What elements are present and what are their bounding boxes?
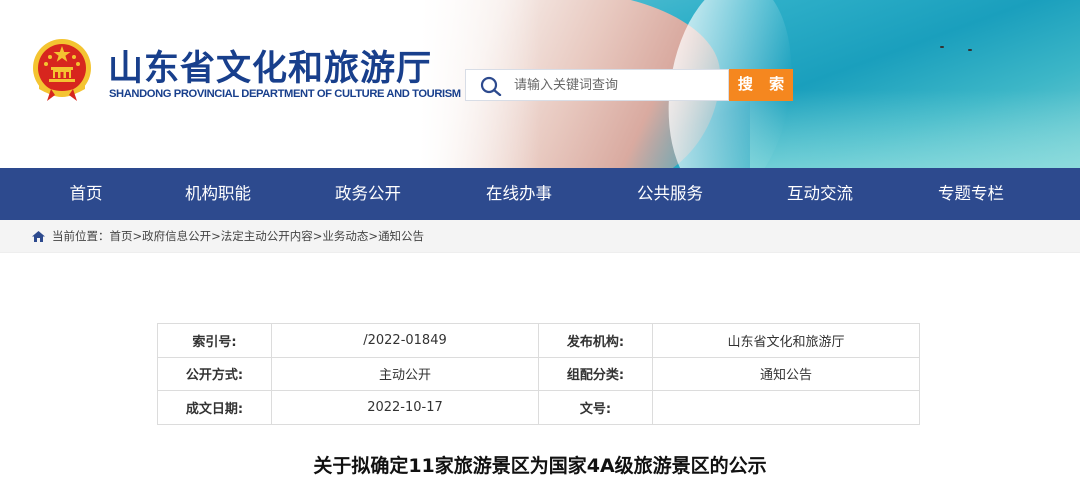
nav-item-functions[interactable]: 机构职能 bbox=[168, 168, 268, 220]
breadcrumb-item-gov-info[interactable]: 政府信息公开 bbox=[142, 229, 211, 243]
disclosure-method-label: 公开方式: bbox=[157, 356, 272, 392]
breadcrumb: 当前位置：首页>政府信息公开>法定主动公开内容>业务动态>通知公告 bbox=[0, 220, 1080, 253]
search-box bbox=[465, 69, 729, 101]
table-row: 公开方式: 主动公开 组配分类: 通知公告 bbox=[157, 356, 920, 392]
document-meta-table: 索引号: /2022-01849 发布机构: 山东省文化和旅游厅 公开方式: 主… bbox=[157, 323, 920, 425]
site-title: 山东省文化和旅游厅 bbox=[108, 49, 433, 89]
table-row: 索引号: /2022-01849 发布机构: 山东省文化和旅游厅 bbox=[157, 323, 920, 358]
index-number-label: 索引号: bbox=[157, 323, 272, 358]
breadcrumb-item-notices[interactable]: 通知公告 bbox=[378, 229, 424, 243]
national-emblem-icon bbox=[33, 39, 91, 101]
index-number-value: /2022-01849 bbox=[271, 323, 539, 358]
category-value: 通知公告 bbox=[652, 356, 920, 392]
nav-item-interaction[interactable]: 互动交流 bbox=[770, 168, 870, 220]
disclosure-method-value: 主动公开 bbox=[271, 356, 539, 392]
home-icon bbox=[32, 231, 45, 242]
search-input[interactable] bbox=[514, 70, 724, 100]
breadcrumb-prefix: 当前位置： bbox=[52, 229, 110, 243]
nav-item-special-topics[interactable]: 专题专栏 bbox=[921, 168, 1021, 220]
main-nav: 首页 机构职能 政务公开 在线办事 公共服务 互动交流 专题专栏 bbox=[0, 168, 1080, 220]
document-date-label: 成文日期: bbox=[157, 390, 272, 425]
publisher-label: 发布机构: bbox=[538, 323, 653, 358]
nav-item-online-services[interactable]: 在线办事 bbox=[469, 168, 569, 220]
document-number-label: 文号: bbox=[538, 390, 653, 425]
breadcrumb-separator: > bbox=[211, 229, 221, 243]
breadcrumb-item-home[interactable]: 首页 bbox=[110, 229, 133, 243]
table-row: 成文日期: 2022-10-17 文号: bbox=[157, 390, 920, 425]
search-icon bbox=[480, 76, 502, 96]
breadcrumb-separator: > bbox=[132, 229, 143, 243]
nav-item-home[interactable]: 首页 bbox=[36, 168, 136, 220]
search-bar: 搜 索 bbox=[465, 69, 793, 101]
article-title: 关于拟确定11家旅游景区为国家4A级旅游景区的公示 bbox=[313, 455, 767, 477]
breadcrumb-item-business[interactable]: 业务动态 bbox=[322, 229, 368, 243]
document-number-value bbox=[652, 390, 920, 425]
breadcrumb-item-statutory[interactable]: 法定主动公开内容 bbox=[221, 229, 313, 243]
site-title-en: SHANDONG PROVINCIAL DEPARTMENT OF CULTUR… bbox=[109, 88, 461, 100]
nav-item-public-services[interactable]: 公共服务 bbox=[620, 168, 720, 220]
nav-item-government-affairs[interactable]: 政务公开 bbox=[318, 168, 418, 220]
breadcrumb-separator: > bbox=[368, 229, 379, 243]
search-button[interactable]: 搜 索 bbox=[729, 69, 793, 101]
document-date-value: 2022-10-17 bbox=[271, 390, 539, 425]
site-header: 山东省文化和旅游厅 SHANDONG PROVINCIAL DEPARTMENT… bbox=[0, 0, 1080, 168]
publisher-value: 山东省文化和旅游厅 bbox=[652, 323, 920, 358]
category-label: 组配分类: bbox=[538, 356, 653, 392]
page: 山东省文化和旅游厅 SHANDONG PROVINCIAL DEPARTMENT… bbox=[0, 0, 1080, 491]
breadcrumb-trail: 当前位置：首页>政府信息公开>法定主动公开内容>业务动态>通知公告 bbox=[52, 220, 424, 253]
breadcrumb-separator: > bbox=[312, 229, 323, 243]
